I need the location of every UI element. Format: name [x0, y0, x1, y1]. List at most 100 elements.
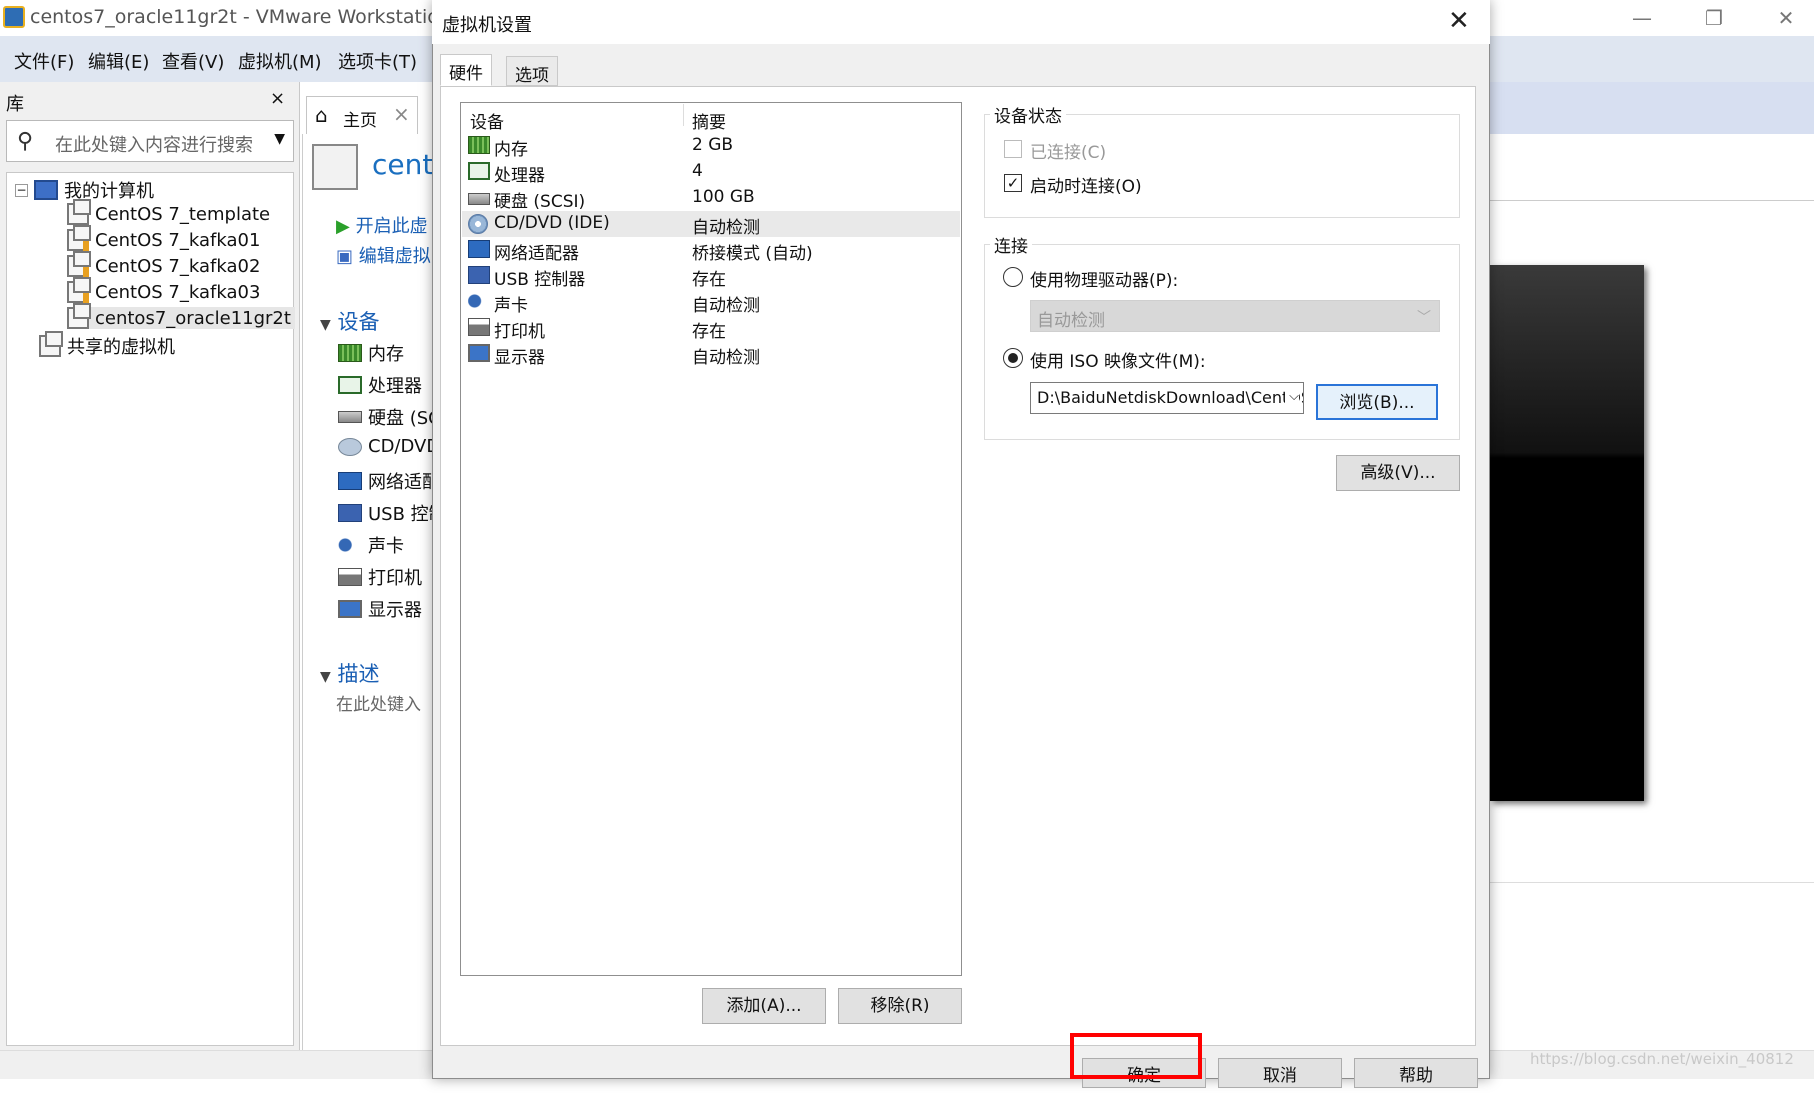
- chevron-down-icon[interactable]: ⌵: [1285, 389, 1299, 404]
- device-summary: 桥接模式 (自动): [692, 244, 813, 264]
- cancel-button[interactable]: 取消: [1218, 1058, 1342, 1088]
- sound-icon: [468, 292, 490, 310]
- close-tab-icon[interactable]: ×: [393, 102, 410, 126]
- device-row-sound[interactable]: 声卡 自动检测: [462, 289, 960, 316]
- vm-screen-thumbnail[interactable]: [1490, 265, 1644, 801]
- monitor-icon: [468, 344, 490, 362]
- remove-device-button[interactable]: 移除(R): [838, 988, 962, 1024]
- menu-tabs[interactable]: 选项卡(T): [338, 48, 417, 74]
- physical-drive-label[interactable]: 使用物理驱动器(P):: [1030, 266, 1178, 291]
- iso-path-combobox[interactable]: D:\BaiduNetdiskDownload\CentOS ⌵: [1030, 382, 1304, 414]
- device-summary: 2 GB: [692, 135, 734, 155]
- tree-label: CentOS 7_template: [95, 203, 271, 225]
- library-search-input[interactable]: ⚲ 在此处键入内容进行搜索 ▼: [6, 120, 294, 162]
- divider: [1490, 200, 1814, 201]
- usb-icon: [338, 504, 362, 522]
- summary-device[interactable]: 声卡: [338, 532, 404, 558]
- minimize-icon[interactable]: —: [1622, 4, 1662, 32]
- add-device-button[interactable]: 添加(A)...: [702, 988, 826, 1024]
- browse-button[interactable]: 浏览(B)...: [1316, 384, 1438, 420]
- window-title: centos7_oracle11gr2t - VMware Workstatio…: [30, 6, 451, 28]
- device-row-memory[interactable]: 内存 2 GB: [462, 133, 960, 160]
- sound-icon: [338, 536, 362, 554]
- tree-item-vm[interactable]: CentOS 7_template: [67, 199, 271, 225]
- menu-view[interactable]: 查看(V): [162, 48, 224, 74]
- physical-drive-value: 自动检测: [1037, 311, 1105, 331]
- device-row-usb[interactable]: USB 控制器 存在: [462, 263, 960, 290]
- tree-item-vm-selected[interactable]: centos7_oracle11gr2t: [67, 303, 295, 329]
- edit-settings-link[interactable]: ▣ 编辑虚拟: [336, 242, 431, 268]
- summary-device-label: 显示器: [368, 600, 422, 621]
- dialog-close-icon[interactable]: ✕: [1448, 6, 1470, 36]
- summary-device[interactable]: 处理器: [338, 372, 422, 398]
- chevron-down-icon[interactable]: ▼: [274, 131, 285, 147]
- description-placeholder[interactable]: 在此处键入: [336, 690, 421, 715]
- device-name: USB 控制器: [494, 270, 586, 290]
- device-row-cd-selected[interactable]: CD/DVD (IDE) 自动检测: [462, 211, 960, 238]
- vm-summary-panel: [302, 134, 432, 1050]
- expand-icon: ▼: [320, 317, 331, 333]
- tree-item-vm[interactable]: CentOS 7_kafka03: [67, 277, 260, 303]
- device-summary: 自动检测: [692, 296, 760, 316]
- dialog-title: 虚拟机设置: [442, 15, 532, 36]
- menu-file[interactable]: 文件(F): [14, 48, 74, 74]
- tab-options[interactable]: 选项: [506, 56, 558, 86]
- network-icon: [338, 472, 362, 490]
- power-on-link[interactable]: ▶ 开启此虚: [336, 212, 428, 238]
- computer-icon: [34, 180, 58, 200]
- summary-device[interactable]: CD/DVD: [338, 436, 440, 457]
- summary-device[interactable]: 网络适配: [338, 468, 440, 494]
- device-row-cpu[interactable]: 处理器 4: [462, 159, 960, 186]
- library-close-icon[interactable]: ×: [270, 88, 285, 109]
- device-row-disk[interactable]: 硬盘 (SCSI) 100 GB: [462, 185, 960, 212]
- vm-running-icon: [67, 251, 91, 277]
- advanced-button[interactable]: 高级(V)...: [1336, 455, 1460, 491]
- device-summary: 自动检测: [692, 348, 760, 368]
- tab-home[interactable]: ⌂ 主页 ×: [306, 96, 418, 134]
- home-icon: ⌂: [315, 103, 328, 127]
- device-row-printer[interactable]: 打印机 存在: [462, 315, 960, 342]
- expand-icon: ▼: [320, 669, 331, 685]
- tab-hardware[interactable]: 硬件: [440, 54, 492, 86]
- restore-icon[interactable]: ❐: [1694, 4, 1734, 32]
- memory-icon: [468, 136, 490, 154]
- physical-drive-radio[interactable]: [1003, 267, 1023, 287]
- tree-item-vm[interactable]: CentOS 7_kafka01: [67, 225, 260, 251]
- devices-section-header[interactable]: ▼ 设备: [320, 306, 379, 336]
- device-name: 内存: [494, 140, 528, 160]
- cpu-icon: [468, 162, 490, 180]
- help-button[interactable]: 帮助: [1354, 1058, 1478, 1088]
- search-placeholder: 在此处键入内容进行搜索: [55, 135, 253, 156]
- summary-device[interactable]: 硬盘 (SC: [338, 404, 441, 430]
- tree-item-vm[interactable]: CentOS 7_kafka02: [67, 251, 260, 277]
- vm-icon: [67, 199, 91, 225]
- edit-settings-label: 编辑虚拟: [358, 246, 431, 267]
- summary-device[interactable]: 显示器: [338, 596, 422, 622]
- summary-device[interactable]: 打印机: [338, 564, 422, 590]
- description-section-header[interactable]: ▼ 描述: [320, 658, 379, 688]
- collapse-icon[interactable]: −: [15, 183, 28, 197]
- close-window-icon[interactable]: ✕: [1766, 4, 1806, 32]
- column-separator[interactable]: [683, 104, 684, 126]
- iso-image-label[interactable]: 使用 ISO 映像文件(M):: [1030, 347, 1206, 372]
- menu-vm[interactable]: 虚拟机(M): [238, 48, 322, 74]
- vm-running-icon: [67, 225, 91, 251]
- column-header-summary[interactable]: 摘要: [692, 108, 726, 133]
- summary-device[interactable]: USB 控制: [338, 500, 447, 526]
- device-row-network[interactable]: 网络适配器 桥接模式 (自动): [462, 237, 960, 264]
- connect-at-power-on-label[interactable]: 启动时连接(O): [1030, 172, 1142, 197]
- play-icon: ▶: [336, 216, 350, 237]
- summary-device-label: 打印机: [368, 568, 422, 589]
- device-row-monitor[interactable]: 显示器 自动检测: [462, 341, 960, 368]
- summary-device[interactable]: 内存: [338, 340, 404, 366]
- vm-name: cent: [372, 148, 434, 181]
- device-summary: 100 GB: [692, 187, 755, 207]
- iso-image-radio[interactable]: [1003, 348, 1023, 368]
- summary-device-label: 内存: [368, 344, 404, 365]
- connect-at-power-on-checkbox[interactable]: ✓: [1004, 174, 1022, 192]
- menu-edit[interactable]: 编辑(E): [88, 48, 149, 74]
- disk-icon: [468, 193, 490, 205]
- column-header-device[interactable]: 设备: [470, 108, 504, 133]
- tree-item-shared-vms[interactable]: 共享的虚拟机: [39, 331, 175, 359]
- divider: [1490, 882, 1814, 883]
